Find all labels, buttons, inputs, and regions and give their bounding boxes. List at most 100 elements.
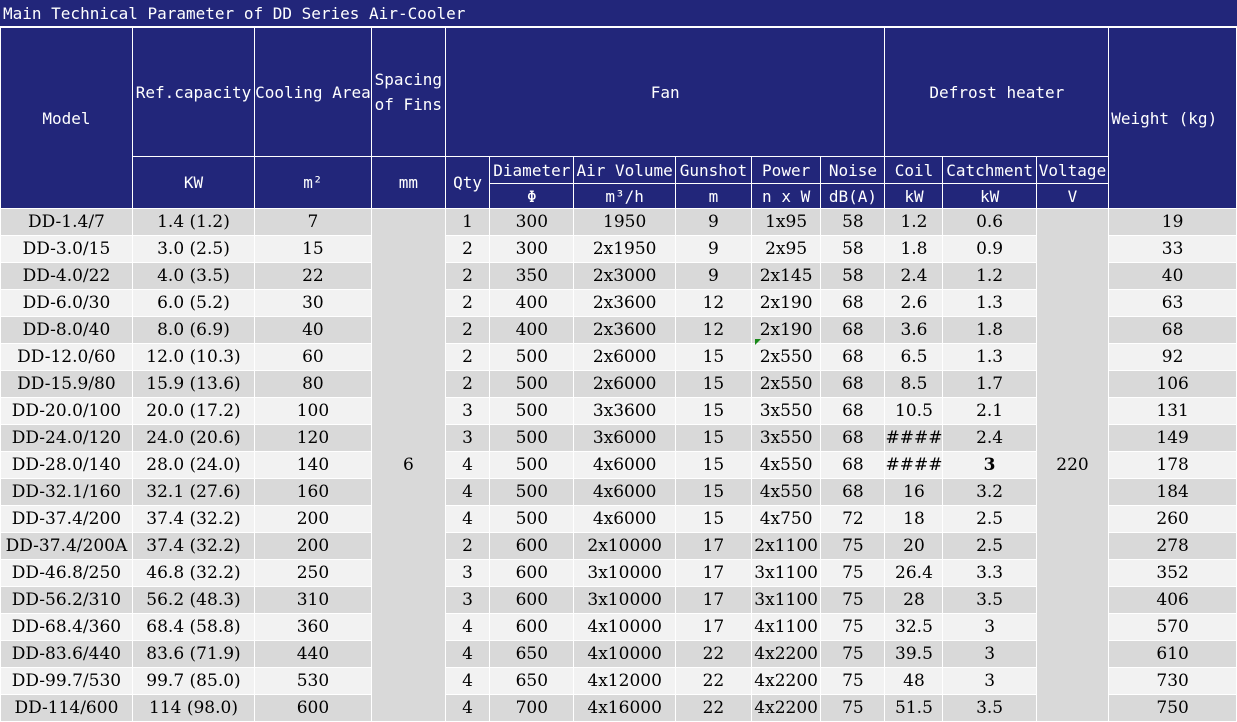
- cell-gunshot[interactable]: 9: [674, 262, 752, 290]
- cell-cooling-area[interactable]: 140: [254, 451, 372, 479]
- cell-diameter[interactable]: 350: [489, 262, 575, 290]
- cell-catchment[interactable]: 3.5: [942, 694, 1037, 722]
- cell-model[interactable]: DD-15.9/80: [0, 370, 133, 398]
- cell-qty[interactable]: 1: [444, 208, 491, 236]
- cell-ref-capacity[interactable]: 6.0 (5.2): [131, 289, 256, 317]
- cell-ref-capacity[interactable]: 68.4 (58.8): [131, 613, 256, 641]
- cell-air-volume[interactable]: 3x10000: [573, 559, 676, 587]
- cell-catchment[interactable]: 1.3: [942, 289, 1037, 317]
- cell-cooling-area[interactable]: 250: [254, 559, 372, 587]
- cell-model[interactable]: DD-37.4/200: [0, 505, 133, 533]
- cell-power[interactable]: 3x1100: [750, 559, 822, 587]
- cell-ref-capacity[interactable]: 114 (98.0): [131, 694, 256, 722]
- cell-coil[interactable]: 8.5: [884, 370, 944, 398]
- cell-catchment[interactable]: 3.3: [942, 559, 1037, 587]
- cell-catchment[interactable]: 2.1: [942, 397, 1037, 425]
- cell-ref-capacity[interactable]: 37.4 (32.2): [131, 505, 256, 533]
- cell-weight[interactable]: 260: [1108, 505, 1237, 533]
- cell-model[interactable]: DD-68.4/360: [0, 613, 133, 641]
- cell-noise[interactable]: 68: [820, 370, 886, 398]
- cell-gunshot[interactable]: 15: [674, 397, 752, 425]
- cell-qty[interactable]: 3: [444, 397, 491, 425]
- cell-qty[interactable]: 2: [444, 289, 491, 317]
- cell-power[interactable]: 2x550: [750, 370, 822, 398]
- cell-catchment[interactable]: 0.9: [942, 235, 1037, 263]
- cell-weight[interactable]: 63: [1108, 289, 1237, 317]
- cell-coil[interactable]: 32.5: [884, 613, 944, 641]
- cell-gunshot[interactable]: 22: [674, 640, 752, 668]
- cell-cooling-area[interactable]: 360: [254, 613, 372, 641]
- cell-catchment[interactable]: 1.3: [942, 343, 1037, 371]
- cell-ref-capacity[interactable]: 99.7 (85.0): [131, 667, 256, 695]
- cell-weight[interactable]: 19: [1108, 208, 1237, 236]
- cell-gunshot[interactable]: 17: [674, 613, 752, 641]
- cell-diameter[interactable]: 500: [489, 505, 575, 533]
- cell-diameter[interactable]: 500: [489, 451, 575, 479]
- cell-diameter[interactable]: 500: [489, 478, 575, 506]
- cell-weight[interactable]: 33: [1108, 235, 1237, 263]
- cell-diameter[interactable]: 500: [489, 370, 575, 398]
- cell-power[interactable]: 3x1100: [750, 586, 822, 614]
- cell-noise[interactable]: 58: [820, 235, 886, 263]
- cell-qty[interactable]: 4: [444, 478, 491, 506]
- cell-coil[interactable]: 20: [884, 532, 944, 560]
- cell-weight[interactable]: 278: [1108, 532, 1237, 560]
- cell-ref-capacity[interactable]: 4.0 (3.5): [131, 262, 256, 290]
- cell-diameter[interactable]: 300: [489, 235, 575, 263]
- cell-gunshot[interactable]: 15: [674, 343, 752, 371]
- cell-air-volume[interactable]: 4x6000: [573, 505, 676, 533]
- cell-coil[interactable]: ####: [884, 451, 944, 479]
- cell-model[interactable]: DD-24.0/120: [0, 424, 133, 452]
- cell-weight[interactable]: 570: [1108, 613, 1237, 641]
- cell-power[interactable]: 2x190: [750, 289, 822, 317]
- cell-gunshot[interactable]: 15: [674, 505, 752, 533]
- cell-gunshot[interactable]: 17: [674, 586, 752, 614]
- cell-noise[interactable]: 75: [820, 640, 886, 668]
- cell-gunshot[interactable]: 17: [674, 532, 752, 560]
- cell-weight[interactable]: 68: [1108, 316, 1237, 344]
- cell-power[interactable]: 3x550: [750, 424, 822, 452]
- cell-qty[interactable]: 4: [444, 694, 491, 722]
- cell-coil[interactable]: 18: [884, 505, 944, 533]
- cell-diameter[interactable]: 600: [489, 586, 575, 614]
- cell-power[interactable]: 2x1100: [750, 532, 822, 560]
- cell-noise[interactable]: 68: [820, 316, 886, 344]
- cell-power[interactable]: 4x1100: [750, 613, 822, 641]
- cell-cooling-area[interactable]: 160: [254, 478, 372, 506]
- cell-catchment[interactable]: 2.4: [942, 424, 1037, 452]
- cell-model[interactable]: DD-20.0/100: [0, 397, 133, 425]
- cell-cooling-area[interactable]: 600: [254, 694, 372, 722]
- cell-diameter[interactable]: 650: [489, 640, 575, 668]
- cell-noise[interactable]: 58: [820, 262, 886, 290]
- cell-qty[interactable]: 2: [444, 235, 491, 263]
- cell-ref-capacity[interactable]: 83.6 (71.9): [131, 640, 256, 668]
- cell-ref-capacity[interactable]: 24.0 (20.6): [131, 424, 256, 452]
- cell-air-volume[interactable]: 3x10000: [573, 586, 676, 614]
- cell-model[interactable]: DD-6.0/30: [0, 289, 133, 317]
- cell-noise[interactable]: 75: [820, 532, 886, 560]
- cell-model[interactable]: DD-3.0/15: [0, 235, 133, 263]
- cell-cooling-area[interactable]: 7: [254, 208, 372, 236]
- cell-noise[interactable]: 58: [820, 208, 886, 236]
- cell-coil[interactable]: 48: [884, 667, 944, 695]
- cell-qty[interactable]: 3: [444, 586, 491, 614]
- cell-cooling-area[interactable]: 200: [254, 532, 372, 560]
- cell-cooling-area[interactable]: 60: [254, 343, 372, 371]
- cell-ref-capacity[interactable]: 46.8 (32.2): [131, 559, 256, 587]
- cell-cooling-area[interactable]: 200: [254, 505, 372, 533]
- cell-coil[interactable]: 6.5: [884, 343, 944, 371]
- cell-gunshot[interactable]: 17: [674, 559, 752, 587]
- cell-catchment[interactable]: 3.2: [942, 478, 1037, 506]
- cell-diameter[interactable]: 500: [489, 424, 575, 452]
- cell-diameter[interactable]: 600: [489, 532, 575, 560]
- cell-noise[interactable]: 68: [820, 451, 886, 479]
- cell-cooling-area[interactable]: 40: [254, 316, 372, 344]
- cell-qty[interactable]: 2: [444, 532, 491, 560]
- cell-power[interactable]: 4x2200: [750, 694, 822, 722]
- cell-power[interactable]: 4x2200: [750, 667, 822, 695]
- cell-weight[interactable]: 750: [1108, 694, 1237, 722]
- cell-model[interactable]: DD-28.0/140: [0, 451, 133, 479]
- cell-air-volume[interactable]: 2x6000: [573, 343, 676, 371]
- cell-air-volume[interactable]: 2x3600: [573, 289, 676, 317]
- cell-cooling-area[interactable]: 30: [254, 289, 372, 317]
